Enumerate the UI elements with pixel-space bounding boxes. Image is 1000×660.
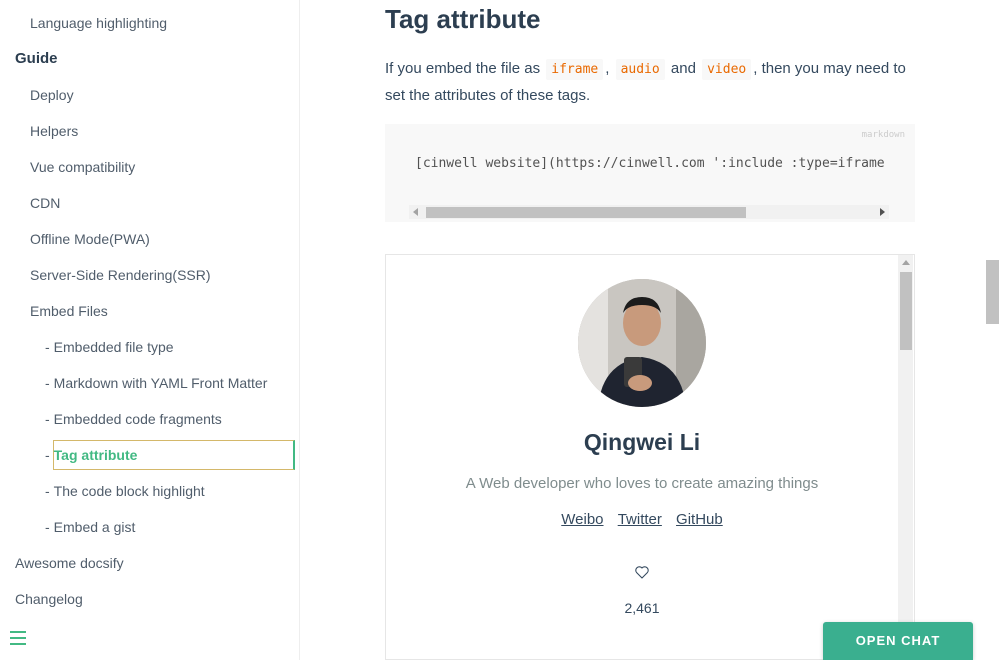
sidebar-item-changelog[interactable]: Changelog	[15, 590, 83, 608]
sidebar-dash: -	[45, 447, 50, 463]
sidebar-subitem-tag-attribute[interactable]: - Tag attribute	[45, 446, 137, 464]
code-text: [cinwell website](https://cinwell.com ':…	[415, 156, 891, 171]
sidebar-item-awesome-docsify[interactable]: Awesome docsify	[15, 554, 124, 572]
sidebar-dash: -	[45, 483, 50, 499]
sidebar-item-cdn[interactable]: CDN	[30, 194, 60, 212]
sidebar-item-language-highlighting[interactable]: Language highlighting	[30, 14, 167, 32]
avatar-photo	[578, 279, 706, 407]
sidebar-item-deploy[interactable]: Deploy	[30, 86, 74, 104]
scrollbar-thumb[interactable]	[986, 260, 999, 324]
sidebar-item-ssr[interactable]: Server-Side Rendering(SSR)	[30, 266, 211, 284]
page-vertical-scrollbar[interactable]	[985, 0, 1000, 660]
hamburger-icon[interactable]	[10, 631, 26, 645]
code-video: video	[702, 59, 752, 80]
para-text: If you embed the file as	[385, 60, 541, 77]
para-and: and	[670, 60, 696, 77]
sidebar-subitem-embedded-code-fragments[interactable]: - Embedded code fragments	[45, 410, 222, 428]
sidebar-subitem-code-block-highlight[interactable]: - The code block highlight	[45, 482, 205, 500]
para-comma: ,	[605, 60, 610, 77]
scrollbar-thumb[interactable]	[900, 272, 912, 350]
page-heading: Tag attribute	[385, 4, 541, 34]
sidebar-item-helpers[interactable]: Helpers	[30, 122, 78, 140]
embedded-iframe: Qingwei Li A Web developer who loves to …	[385, 254, 915, 660]
github-link[interactable]: GitHub	[676, 511, 723, 528]
heart-icon[interactable]	[634, 564, 650, 580]
sidebar-subitem-label: Markdown with YAML Front Matter	[53, 375, 268, 391]
weibo-link[interactable]: Weibo	[561, 511, 603, 528]
code-block: markdown [cinwell website](https://cinwe…	[385, 124, 915, 222]
sidebar-subitem-label: Embed a gist	[53, 519, 136, 535]
code-iframe: iframe	[546, 59, 604, 80]
scroll-right-arrow-icon[interactable]	[880, 208, 885, 216]
avatar	[578, 279, 706, 407]
sidebar-dash: -	[45, 519, 50, 535]
sidebar-subitem-embed-gist[interactable]: - Embed a gist	[45, 518, 135, 536]
iframe-vertical-scrollbar[interactable]	[898, 255, 913, 659]
sidebar-dash: -	[45, 339, 50, 355]
twitter-link[interactable]: Twitter	[618, 511, 662, 528]
sidebar-subitem-label: Tag attribute	[53, 447, 138, 463]
sidebar: Language highlighting Guide Deploy Helpe…	[0, 0, 300, 660]
sidebar-item-offline-mode[interactable]: Offline Mode(PWA)	[30, 230, 150, 248]
code-audio: audio	[615, 59, 665, 80]
sidebar-subitem-yaml-front-matter[interactable]: - Markdown with YAML Front Matter	[45, 374, 267, 392]
scrollbar-thumb[interactable]	[426, 207, 746, 218]
sidebar-subitem-label: Embedded file type	[53, 339, 174, 355]
scroll-left-arrow-icon[interactable]	[413, 208, 418, 216]
sidebar-subitem-label: Embedded code fragments	[53, 411, 222, 427]
profile-description: A Web developer who loves to create amaz…	[465, 475, 819, 492]
scroll-up-arrow-icon[interactable]	[902, 260, 910, 265]
code-horizontal-scrollbar[interactable]	[409, 205, 889, 219]
sidebar-dash: -	[45, 375, 50, 391]
profile-links: Weibo Twitter GitHub	[386, 511, 898, 528]
profile-name: Qingwei Li	[583, 429, 701, 455]
sidebar-item-embed-files[interactable]: Embed Files	[30, 302, 108, 320]
open-chat-button[interactable]: OPEN CHAT	[823, 622, 973, 660]
sidebar-item-vue-compatibility[interactable]: Vue compatibility	[30, 158, 135, 176]
sidebar-subitem-embedded-file-type[interactable]: - Embedded file type	[45, 338, 174, 356]
sidebar-section-guide[interactable]: Guide	[15, 50, 58, 68]
sidebar-subitem-label: The code block highlight	[53, 483, 205, 499]
like-count: 2,461	[624, 600, 660, 616]
code-lang-label: markdown	[861, 130, 905, 140]
intro-paragraph: If you embed the file as iframe, audio a…	[385, 56, 915, 109]
sidebar-dash: -	[45, 411, 50, 427]
main-content: Tag attribute If you embed the file as i…	[300, 0, 985, 660]
